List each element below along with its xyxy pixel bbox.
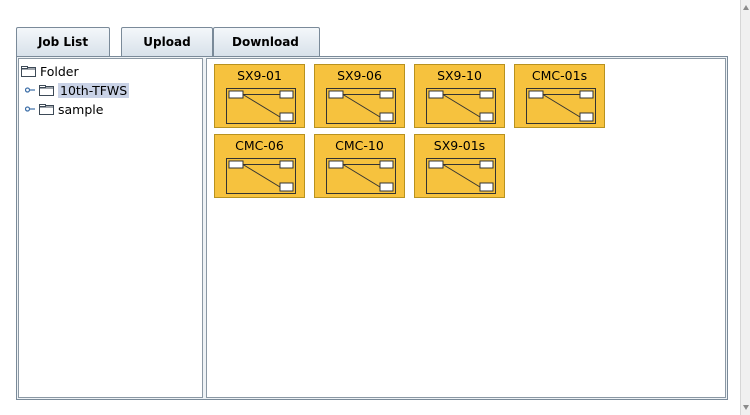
tab-download[interactable]: Download bbox=[213, 27, 320, 56]
tree-handle-icon[interactable] bbox=[25, 86, 35, 94]
job-diagram-icon bbox=[226, 158, 296, 194]
job-diagram-icon bbox=[426, 158, 496, 194]
job-label: SX9-10 bbox=[437, 68, 482, 83]
job-diagram-icon bbox=[326, 88, 396, 124]
job-tile-sx9-06[interactable]: SX9-06 bbox=[314, 64, 405, 128]
job-label: CMC-01s bbox=[531, 68, 588, 83]
job-label: SX9-01 bbox=[237, 68, 282, 83]
job-label: SX9-01s bbox=[433, 138, 486, 153]
tree-item-label: sample bbox=[58, 101, 104, 117]
job-label: CMC-10 bbox=[335, 138, 384, 153]
folder-icon bbox=[21, 65, 36, 77]
job-tile-cmc-10[interactable]: CMC-10 bbox=[314, 134, 405, 198]
job-tile-cmc-01s[interactable]: CMC-01s bbox=[514, 64, 605, 128]
job-diagram-icon bbox=[426, 88, 496, 124]
scroll-down-arrow-icon[interactable] bbox=[742, 403, 750, 411]
job-list-panel: SX9-01 SX9-06 SX9-10 CMC-01s CMC-06 CMC-… bbox=[206, 58, 726, 398]
tree-item-10th-tfws[interactable]: 10th-TFWS bbox=[25, 82, 130, 98]
job-diagram-icon bbox=[326, 158, 396, 194]
folder-tree-panel[interactable]: Folder 10th-TFWS sample bbox=[18, 58, 203, 398]
tree-item-sample[interactable]: sample bbox=[25, 101, 103, 117]
tree-item-label: 10th-TFWS bbox=[58, 82, 130, 98]
job-diagram-icon bbox=[526, 88, 596, 124]
job-tile-sx9-01s[interactable]: SX9-01s bbox=[414, 134, 505, 198]
tree-root-folder[interactable]: Folder bbox=[21, 63, 79, 79]
job-tile-cmc-06[interactable]: CMC-06 bbox=[214, 134, 305, 198]
page-scrollbar[interactable] bbox=[740, 0, 750, 415]
job-diagram-icon bbox=[226, 88, 296, 124]
tree-handle-icon[interactable] bbox=[25, 105, 35, 113]
job-label: CMC-06 bbox=[235, 138, 284, 153]
folder-icon bbox=[39, 84, 54, 96]
scroll-up-arrow-icon[interactable] bbox=[742, 4, 750, 12]
job-tile-sx9-10[interactable]: SX9-10 bbox=[414, 64, 505, 128]
job-label: SX9-06 bbox=[337, 68, 382, 83]
tab-upload[interactable]: Upload bbox=[121, 27, 213, 56]
folder-icon bbox=[39, 103, 54, 115]
tree-root-label: Folder bbox=[40, 63, 79, 79]
tab-job-list[interactable]: Job List bbox=[16, 27, 110, 56]
job-tile-sx9-01[interactable]: SX9-01 bbox=[214, 64, 305, 128]
